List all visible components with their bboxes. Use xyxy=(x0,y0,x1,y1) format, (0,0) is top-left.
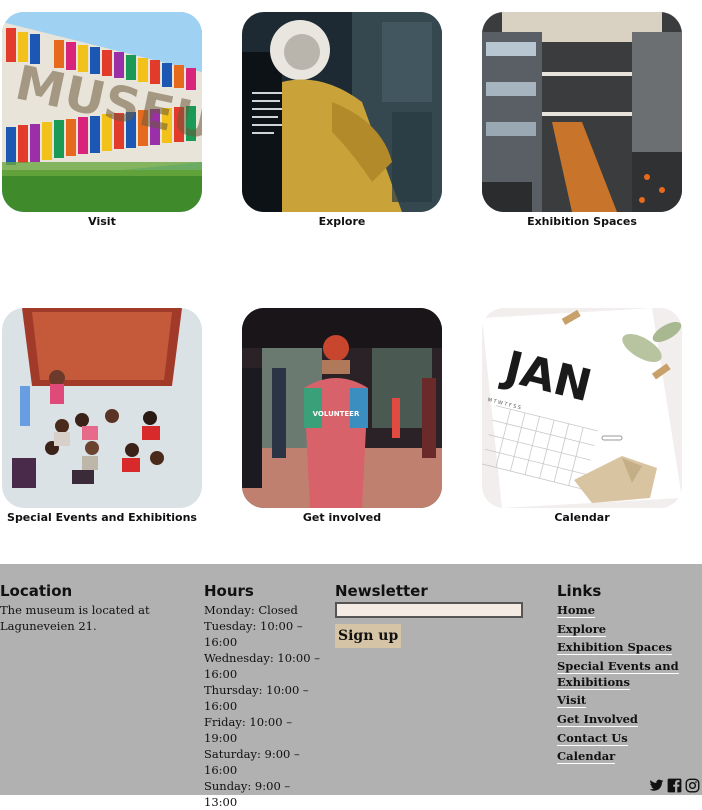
hours-list: Monday: Closed Tuesday: 10:00 – 16:00 We… xyxy=(204,602,324,810)
instagram-icon[interactable] xyxy=(685,778,700,793)
hours-line: Wednesday: 10:00 – xyxy=(204,651,320,665)
hours-line: Friday: 10:00 – 19:00 xyxy=(204,715,292,745)
tile-explore[interactable]: Explore xyxy=(242,12,442,229)
social-links xyxy=(649,778,700,793)
footer-link-calendar[interactable]: Calendar xyxy=(557,748,697,765)
tile-label: Explore xyxy=(318,215,366,228)
hours-line: Tuesday: 10:00 – xyxy=(204,619,303,633)
twitter-icon[interactable] xyxy=(649,778,664,793)
hours-line: Thursday: 10:00 – xyxy=(204,683,309,697)
hours-line: 16:00 xyxy=(204,635,238,649)
tile-label: Visit xyxy=(88,215,116,228)
volunteer-image: VOLUNTEER xyxy=(242,308,442,508)
tile-exhibition-spaces[interactable]: Exhibition Spaces xyxy=(482,12,682,229)
facebook-icon[interactable] xyxy=(667,778,682,793)
sign-up-button[interactable]: Sign up xyxy=(335,624,402,648)
site-footer: Location The museum is located at Lagune… xyxy=(0,564,702,809)
footer-link-contact-us[interactable]: Contact Us xyxy=(557,730,697,746)
tile-visit[interactable]: MUSEUM Visit xyxy=(2,12,202,229)
tile-special-events[interactable]: Special Events and Exhibitions xyxy=(2,308,202,525)
tile-label: Exhibition Spaces xyxy=(527,215,637,228)
footer-link-explore[interactable]: Explore xyxy=(557,621,697,637)
workshop-floor-image xyxy=(2,308,202,508)
tile-label: Get involved xyxy=(302,511,382,524)
astronaut-exhibit-image xyxy=(242,12,442,212)
links-section: Links Home Explore Exhibition Spaces Spe… xyxy=(557,582,697,767)
newsletter-email-input[interactable] xyxy=(335,602,523,618)
tile-label: Special Events and Exhibitions xyxy=(7,511,197,524)
hours-line: Saturday: 9:00 – xyxy=(204,747,300,761)
location-heading: Location xyxy=(0,582,73,600)
links-heading: Links xyxy=(557,582,602,600)
hours-heading: Hours xyxy=(204,582,254,600)
footer-link-exhibition-spaces[interactable]: Exhibition Spaces xyxy=(557,639,697,656)
museum-facade-image: MUSEUM xyxy=(2,12,202,212)
hours-section: Hours Monday: Closed Tuesday: 10:00 – 16… xyxy=(204,582,324,810)
location-section: Location The museum is located at Lagune… xyxy=(0,582,180,634)
location-text: The museum is located at Laguneveien 21. xyxy=(0,603,150,633)
svg-text:VOLUNTEER: VOLUNTEER xyxy=(313,410,360,418)
tile-get-involved[interactable]: VOLUNTEER Get involved xyxy=(242,308,442,525)
tile-calendar[interactable]: JAN M T W T F S S Calendar xyxy=(482,308,682,525)
hours-line: 16:00 xyxy=(204,763,238,777)
hours-line: 16:00 xyxy=(204,699,238,713)
tile-label: Calendar xyxy=(554,511,610,524)
footer-link-home[interactable]: Home xyxy=(557,602,697,618)
newsletter-heading: Newsletter xyxy=(335,582,428,600)
footer-link-get-involved[interactable]: Get Involved xyxy=(557,711,697,727)
footer-link-special-events[interactable]: Special Events and Exhibitions xyxy=(557,658,697,690)
newsletter-section: Newsletter Sign up xyxy=(335,582,535,648)
library-interior-image xyxy=(482,12,682,212)
footer-link-visit[interactable]: Visit xyxy=(557,692,697,709)
hours-line: Monday: Closed xyxy=(204,603,298,617)
calendar-image: JAN M T W T F S S xyxy=(482,308,682,508)
hours-line: Sunday: 9:00 – 13:00 xyxy=(204,779,291,809)
hours-line: 16:00 xyxy=(204,667,238,681)
